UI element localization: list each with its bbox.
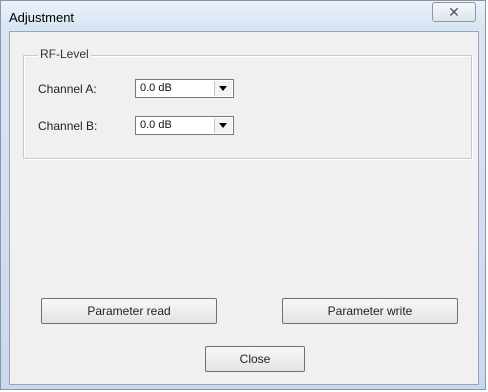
channel-a-dropdown[interactable]: 0.0 dB	[135, 79, 234, 98]
channel-a-label: Channel A:	[38, 82, 97, 96]
close-icon: ✕	[448, 4, 460, 20]
parameter-read-button[interactable]: Parameter read	[41, 298, 217, 324]
channel-b-dropdown[interactable]: 0.0 dB	[135, 116, 234, 135]
channel-a-value: 0.0 dB	[140, 82, 172, 94]
chevron-down-icon[interactable]	[214, 118, 232, 133]
title-bar[interactable]: Adjustment ✕	[1, 1, 485, 31]
rf-level-groupbox	[23, 55, 472, 159]
window-close-button[interactable]: ✕	[432, 2, 476, 22]
rf-level-group-label: RF-Level	[38, 47, 91, 61]
channel-b-value: 0.0 dB	[140, 119, 172, 131]
close-button[interactable]: Close	[205, 346, 305, 372]
chevron-down-icon[interactable]	[214, 81, 232, 96]
channel-b-label: Channel B:	[38, 119, 98, 133]
parameter-write-button[interactable]: Parameter write	[282, 298, 458, 324]
window-title: Adjustment	[9, 10, 75, 25]
